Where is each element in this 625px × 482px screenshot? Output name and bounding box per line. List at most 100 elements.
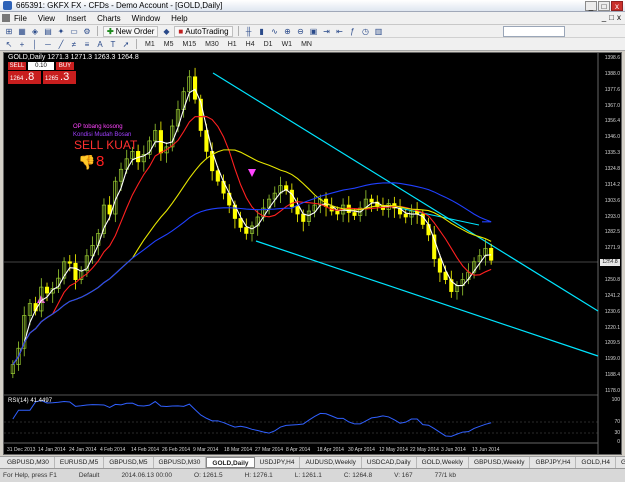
tile-windows-icon[interactable]: ▣ (309, 26, 319, 36)
date-axis-label: 14 Jan 2014 (38, 447, 66, 453)
chart-tab[interactable]: EURUSD,M5 (55, 457, 105, 468)
trendline-icon[interactable]: ╱ (56, 39, 66, 49)
timeframe-m15[interactable]: M15 (179, 41, 199, 48)
text-icon[interactable]: A (95, 39, 105, 49)
zoom-out-icon[interactable]: ⊖ (296, 26, 306, 36)
mdi-controls: _ □ x (602, 13, 621, 22)
chart-info-line: GOLD,Daily 1271.3 1271.3 1263.3 1264.8 (8, 54, 139, 61)
minimize-button[interactable]: _ (585, 1, 597, 11)
candle-body (67, 261, 72, 264)
templates-icon[interactable]: ▥ (374, 26, 384, 36)
label-icon[interactable]: T (108, 39, 118, 49)
menu-help[interactable]: Help (171, 14, 187, 23)
price-chart[interactable] (4, 53, 621, 454)
channel-icon[interactable]: ≠ (69, 39, 79, 49)
annotation-line1: OP tobang kosong (73, 124, 123, 130)
timeframe-h1[interactable]: H1 (225, 41, 240, 48)
rsi-axis-label: 30 (614, 430, 620, 436)
price-axis-label: 1356.4 (604, 118, 620, 125)
chart-tab[interactable]: GOLD,H4 (576, 457, 616, 468)
chart-tab[interactable]: AUDUSD,Weekly (300, 457, 362, 468)
terminal-icon[interactable]: ▭ (69, 26, 79, 36)
zoom-in-icon[interactable]: ⊕ (283, 26, 293, 36)
menu-insert[interactable]: Insert (66, 14, 86, 23)
search-input[interactable] (503, 26, 565, 37)
autotrading-stop-icon: ■ (178, 26, 184, 36)
status-datetime: 2014.06.13 00:00 (121, 472, 173, 479)
timeframe-m5[interactable]: M5 (161, 41, 177, 48)
mdi-close-button[interactable]: x (617, 13, 621, 22)
candles-layer (10, 67, 494, 379)
chart-tab[interactable]: GBPUSD,M5 (104, 457, 154, 468)
timeframe-d1[interactable]: D1 (261, 41, 276, 48)
price-axis-label: 1188.4 (605, 372, 620, 379)
price-axis-label: 1282.5 (604, 229, 620, 236)
date-axis-label: 22 May 2014 (410, 447, 439, 453)
status-bar: For Help, press F1 Default 2014.06.13 00… (0, 468, 625, 482)
strategy-tester-icon[interactable]: ⚙ (82, 26, 92, 36)
candle-body (73, 262, 78, 280)
lot-size-input[interactable]: 0.10 (28, 62, 54, 70)
mdi-minimize-button[interactable]: _ (602, 13, 606, 22)
timeframe-m30[interactable]: M30 (202, 41, 222, 48)
chart-tab[interactable]: GBPUSD,Weekly (469, 457, 531, 468)
buy-price[interactable]: 1265 .3 (43, 71, 76, 84)
sell-button[interactable]: SELL (8, 62, 26, 70)
menu-charts[interactable]: Charts (97, 14, 121, 23)
new-order-button[interactable]: ✚ New Order (103, 25, 159, 37)
price-axis-label: 1250.8 (604, 277, 620, 283)
profiles-icon[interactable]: ▦ (17, 26, 27, 36)
sell-price[interactable]: 1264 .8 (8, 71, 41, 84)
timeframe-w1[interactable]: W1 (279, 41, 296, 48)
maximize-button[interactable]: □ (598, 1, 610, 11)
arrow-icon[interactable]: ➚ (121, 39, 131, 49)
window-title: 665391: GKFX FX - CFDs - Demo Account - … (16, 1, 223, 10)
mdi-restore-button[interactable]: □ (609, 13, 614, 22)
chart-tab[interactable]: GBPUSD,M30 (154, 457, 207, 468)
metaeditor-icon[interactable]: ◆ (161, 26, 171, 36)
menu-file[interactable]: File (14, 14, 27, 23)
status-profile[interactable]: Default (79, 472, 100, 479)
chart-window[interactable]: GOLD,Daily 1271.3 1271.3 1263.3 1264.8 S… (3, 52, 622, 455)
timeframe-m1[interactable]: M1 (142, 41, 158, 48)
chart-tab[interactable]: GBPJPY,H4 (616, 457, 625, 468)
bar-chart-icon[interactable]: ╫ (244, 26, 254, 36)
buy-button[interactable]: BUY (56, 62, 74, 70)
indicators-icon[interactable]: ƒ (348, 26, 358, 36)
menu-window[interactable]: Window (132, 14, 160, 23)
cursor-icon[interactable]: ↖ (4, 39, 14, 49)
vertical-line-icon[interactable]: │ (30, 39, 40, 49)
navigator-icon[interactable]: ✦ (56, 26, 66, 36)
chart-tab[interactable]: USDJPY,H4 (255, 457, 301, 468)
line-chart-icon[interactable]: ∿ (270, 26, 280, 36)
autoscroll-icon[interactable]: ⇥ (322, 26, 332, 36)
chart-tab[interactable]: GBPUSD,M30 (2, 457, 55, 468)
candlestick-icon[interactable]: ▮ (257, 26, 267, 36)
crosshair-icon[interactable]: + (17, 39, 27, 49)
sell-kuat-label: SELL KUAT (74, 138, 138, 152)
status-close: C: 1264.8 (343, 472, 373, 479)
chart-shift-icon[interactable]: ⇤ (335, 26, 345, 36)
horizontal-line-icon[interactable]: ─ (43, 39, 53, 49)
data-window-icon[interactable]: ▤ (43, 26, 53, 36)
chart-tab[interactable]: GOLD,Weekly (417, 457, 470, 468)
status-high: H: 1276.1 (244, 472, 273, 479)
market-watch-icon[interactable]: ◈ (30, 26, 40, 36)
chart-tab[interactable]: USDCAD,Daily (362, 457, 417, 468)
autotrading-button[interactable]: ■ AutoTrading (174, 25, 233, 37)
chart-tab[interactable]: GOLD,Daily (206, 457, 255, 468)
menu-view[interactable]: View (38, 14, 55, 23)
timeframe-h4[interactable]: H4 (243, 41, 258, 48)
close-button[interactable]: x (611, 1, 623, 11)
price-axis-label: 1199.0 (605, 356, 620, 363)
periods-icon[interactable]: ◷ (361, 26, 371, 36)
timeframe-mn[interactable]: MN (298, 41, 315, 48)
chart-tab[interactable]: GBPJPY,H4 (530, 457, 577, 468)
fibonacci-icon[interactable]: ≡ (82, 39, 92, 49)
new-chart-icon[interactable]: ⊞ (4, 26, 14, 36)
chart-tabs: GBPUSD,M30 EURUSD,M5 GBPUSD,M5 GBPUSD,M30 GO… (0, 456, 625, 468)
candle-body (295, 206, 300, 215)
date-axis-label: 26 Feb 2014 (162, 447, 191, 453)
price-axis-label: 1178.0 (605, 388, 620, 394)
price-axis-label: 1335.3 (604, 150, 620, 157)
